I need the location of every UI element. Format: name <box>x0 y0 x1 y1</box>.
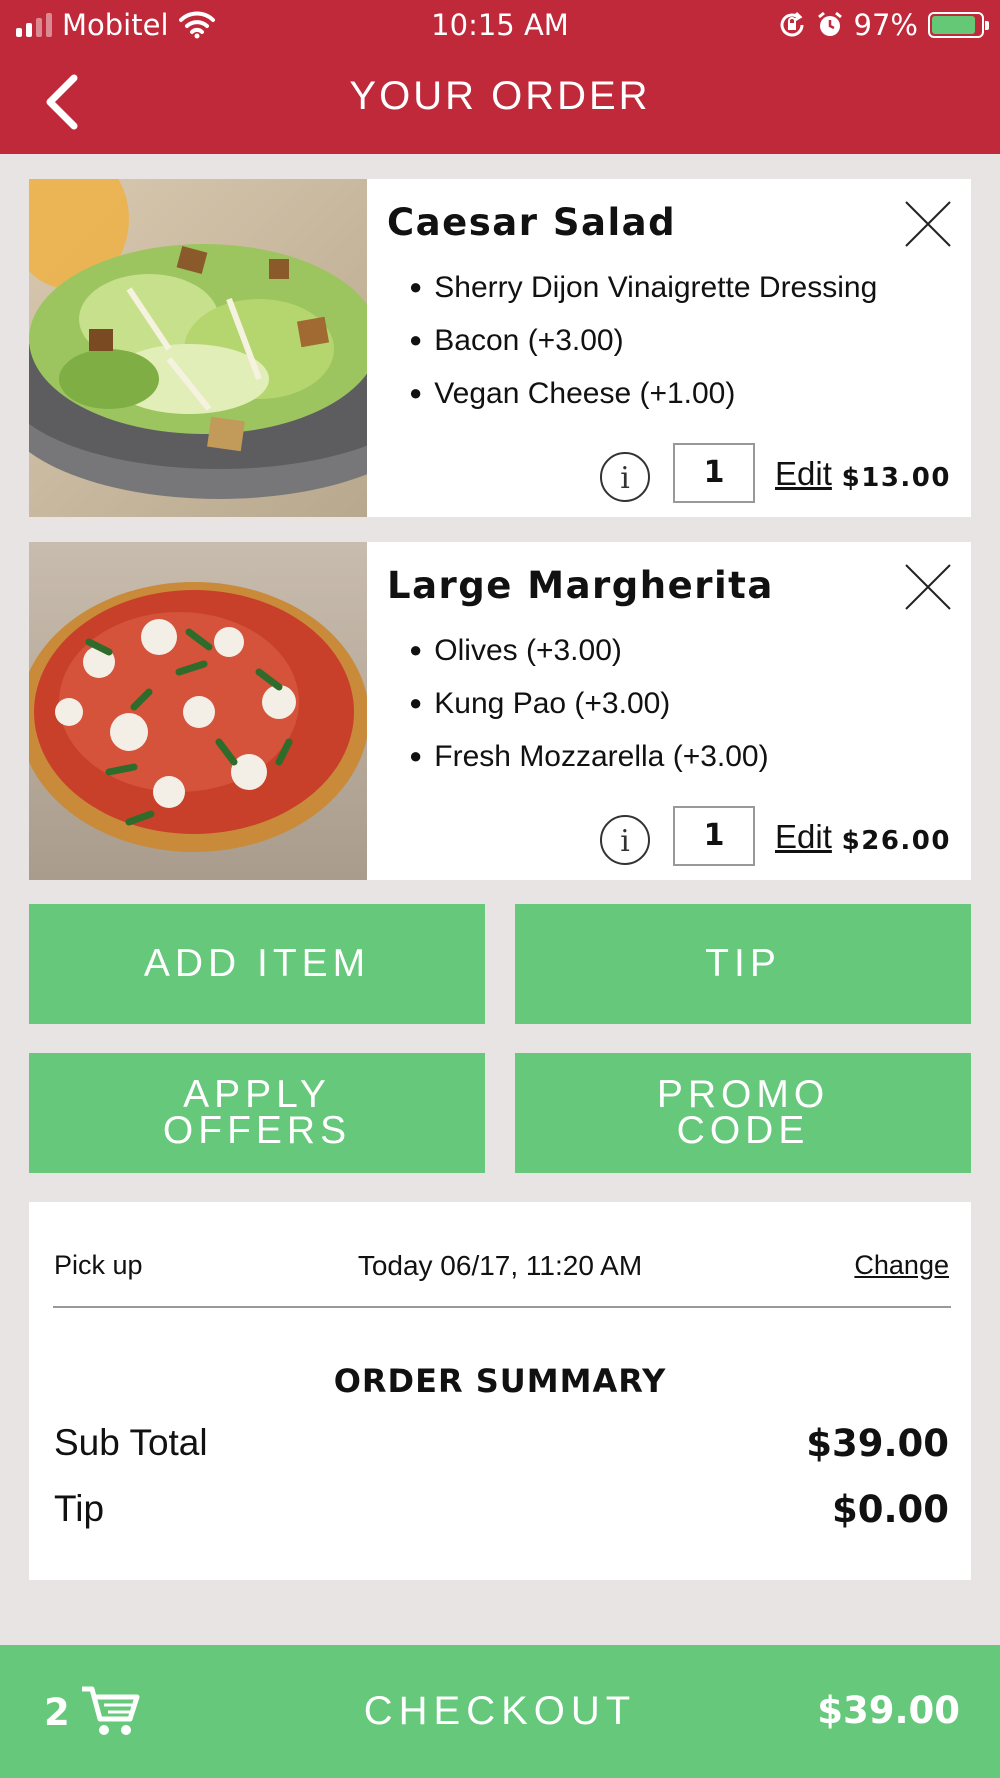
list-item: Fresh Mozzarella (+3.00) <box>409 738 768 791</box>
battery-icon <box>928 12 989 38</box>
alarm-icon <box>817 11 842 36</box>
info-icon[interactable]: i <box>599 451 651 503</box>
item-options-list: Olives (+3.00) Kung Pao (+3.00) Fresh Mo… <box>409 632 769 791</box>
add-item-button[interactable]: ADD ITEM <box>29 904 485 1024</box>
remove-item-close-icon[interactable] <box>903 199 953 249</box>
divider <box>53 1306 951 1308</box>
orientation-lock-icon <box>780 11 804 37</box>
item-name: Caesar Salad <box>387 201 677 244</box>
item-price: $26.00 <box>841 826 951 856</box>
item-options-list: Sherry Dijon Vinaigrette Dressing Bacon … <box>409 269 877 428</box>
tip-button[interactable]: TIP <box>515 904 971 1024</box>
tip-value: $0.00 <box>831 1488 949 1531</box>
list-item: Vegan Cheese (+1.00) <box>409 375 877 428</box>
info-icon[interactable]: i <box>599 814 651 866</box>
pickup-time: Today 06/17, 11:20 AM <box>357 1250 643 1281</box>
edit-item-link[interactable]: Edit <box>775 818 832 856</box>
battery-percent: 97% <box>853 8 918 42</box>
order-item-card: Large Margherita Olives (+3.00) Kung Pao… <box>29 542 971 880</box>
apply-offers-button[interactable]: APPLY OFFERS <box>29 1053 485 1173</box>
item-name: Large Margherita <box>387 564 774 607</box>
quantity-input[interactable]: 1 <box>673 443 755 503</box>
apply-offers-label-line2: OFFERS <box>162 1109 352 1152</box>
subtotal-label: Sub Total <box>54 1422 208 1463</box>
apply-offers-label-line1: APPLY <box>183 1073 331 1116</box>
status-right: 97% <box>778 8 989 42</box>
edit-item-link[interactable]: Edit <box>775 455 832 493</box>
order-item-card: Caesar Salad Sherry Dijon Vinaigrette Dr… <box>29 179 971 517</box>
order-summary-panel: Pick up Today 06/17, 11:20 AM Change ORD… <box>29 1202 971 1580</box>
order-summary-title: ORDER SUMMARY <box>333 1362 667 1400</box>
promo-code-label-line1: PROMO <box>656 1073 830 1116</box>
margherita-pizza-image <box>29 542 367 880</box>
tip-label: Tip <box>54 1488 105 1529</box>
promo-code-label-line2: CODE <box>676 1109 810 1152</box>
item-price: $13.00 <box>841 463 951 493</box>
status-bar: Mobitel 10:15 AM 97% <box>0 0 1000 50</box>
caesar-salad-image <box>29 179 367 517</box>
checkout-button[interactable]: 2 CHECKOUT $39.00 <box>0 1645 1000 1778</box>
list-item: Sherry Dijon Vinaigrette Dressing <box>409 269 877 322</box>
promo-code-button[interactable]: PROMO CODE <box>515 1053 971 1173</box>
svg-text:i: i <box>620 461 630 496</box>
header-bar: Mobitel 10:15 AM 97% YOUR ORDER <box>0 0 1000 154</box>
subtotal-value: $39.00 <box>806 1422 949 1465</box>
list-item: Olives (+3.00) <box>409 632 769 685</box>
list-item: Kung Pao (+3.00) <box>409 685 769 738</box>
checkout-total: $39.00 <box>817 1689 960 1732</box>
remove-item-close-icon[interactable] <box>903 562 953 612</box>
quantity-input[interactable]: 1 <box>673 806 755 866</box>
list-item: Bacon (+3.00) <box>409 322 877 375</box>
change-pickup-link[interactable]: Change <box>854 1250 949 1281</box>
svg-text:i: i <box>620 824 630 859</box>
page-title: YOUR ORDER <box>349 74 651 118</box>
